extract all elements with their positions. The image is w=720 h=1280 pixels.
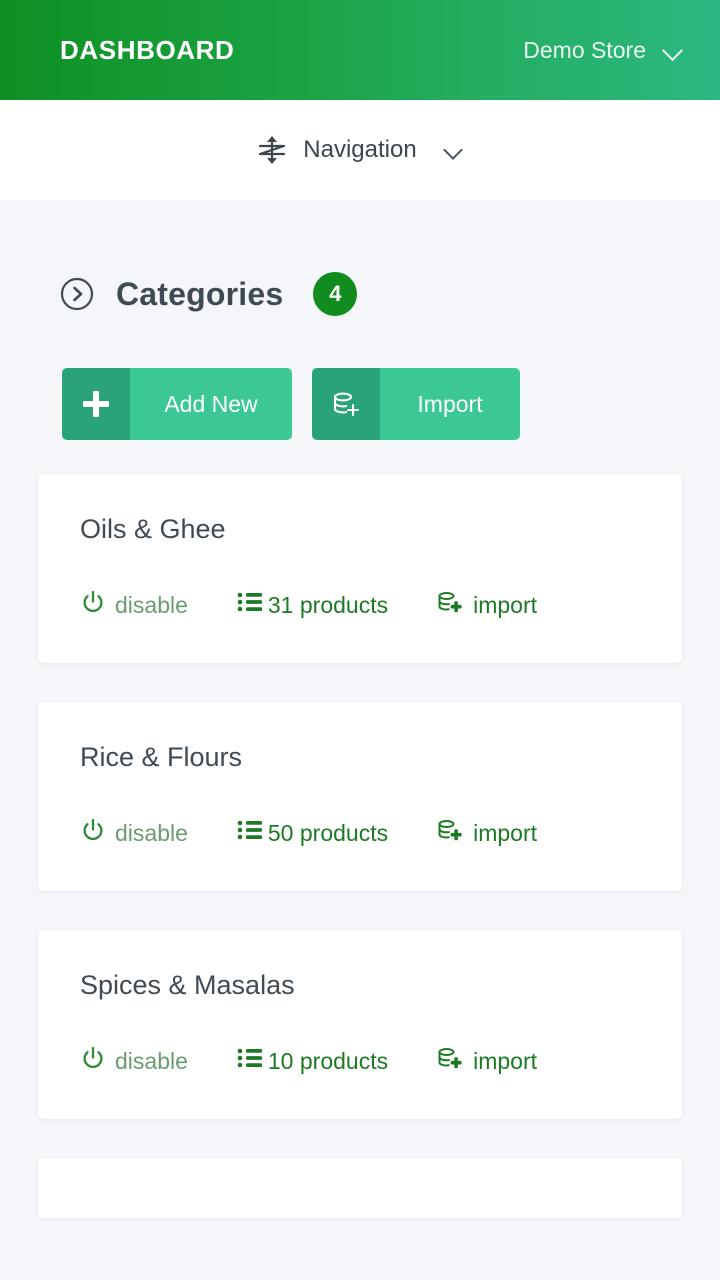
disable-action[interactable]: disable [80, 589, 188, 621]
disable-action-label: disable [115, 1047, 188, 1074]
import-button[interactable]: Import [312, 368, 520, 440]
disable-action-label: disable [115, 819, 188, 846]
main-content: Categories 4 Add New Import Oils & Ghee … [0, 200, 720, 1218]
navigation-label: Navigation [303, 136, 417, 163]
products-count-action[interactable]: 10 products [236, 1045, 388, 1077]
import-action[interactable]: import [436, 1045, 537, 1077]
list-item[interactable] [38, 1158, 682, 1218]
store-name-label: Demo Store [523, 36, 646, 63]
products-count-label: 10 products [267, 1047, 389, 1074]
disable-action[interactable]: disable [80, 1045, 188, 1077]
products-count-action[interactable]: 31 products [236, 589, 388, 621]
navigation-bar[interactable]: Navigation [0, 100, 720, 200]
power-icon [80, 1045, 106, 1077]
categories-count-badge: 4 [313, 272, 358, 316]
app-brand-title: DASHBOARD [60, 34, 235, 65]
circle-chevron-right-icon[interactable] [60, 277, 94, 311]
store-selector[interactable]: Demo Store [523, 37, 682, 64]
power-icon [80, 589, 106, 621]
toolbar: Add New Import [38, 368, 682, 440]
plus-icon [62, 368, 130, 440]
page-title: Categories [116, 275, 284, 312]
category-actions: disable 31 products import [80, 589, 640, 621]
import-button-label: Import [380, 368, 520, 440]
import-action-label: import [473, 1047, 537, 1074]
disable-action-label: disable [115, 591, 188, 618]
database-plus-icon [436, 1045, 466, 1077]
list-icon [236, 1045, 264, 1077]
categories-section-header: Categories 4 [38, 200, 682, 316]
category-actions: disable 10 products import [80, 1045, 640, 1077]
category-name: Oils & Ghee [80, 514, 226, 544]
list-icon [236, 817, 264, 849]
products-count-label: 50 products [267, 819, 389, 846]
database-plus-icon [436, 589, 466, 621]
import-action[interactable]: import [436, 589, 537, 621]
chevron-down-icon [445, 141, 463, 159]
add-new-button-label: Add New [130, 368, 292, 440]
power-icon [80, 817, 106, 849]
disable-action[interactable]: disable [80, 817, 188, 849]
category-name: Spices & Masalas [80, 970, 295, 1000]
categories-list: Oils & Ghee disable 31 products import R… [38, 474, 682, 1218]
list-item[interactable]: Spices & Masalas disable 10 products imp… [38, 930, 682, 1119]
list-item[interactable]: Rice & Flours disable 50 products import [38, 702, 682, 891]
products-count-action[interactable]: 50 products [236, 817, 388, 849]
chevron-down-icon [664, 41, 682, 59]
category-name: Rice & Flours [80, 742, 243, 772]
import-action[interactable]: import [436, 817, 537, 849]
database-plus-icon [436, 817, 466, 849]
list-icon [236, 589, 264, 621]
products-count-label: 31 products [267, 591, 389, 618]
app-header: DASHBOARD Demo Store [0, 0, 720, 100]
import-action-label: import [473, 819, 537, 846]
list-item[interactable]: Oils & Ghee disable 31 products import [38, 474, 682, 663]
import-action-label: import [473, 591, 537, 618]
add-new-button[interactable]: Add New [62, 368, 292, 440]
database-plus-icon [312, 368, 380, 440]
move-vertical-icon [257, 134, 287, 166]
category-actions: disable 50 products import [80, 817, 640, 849]
